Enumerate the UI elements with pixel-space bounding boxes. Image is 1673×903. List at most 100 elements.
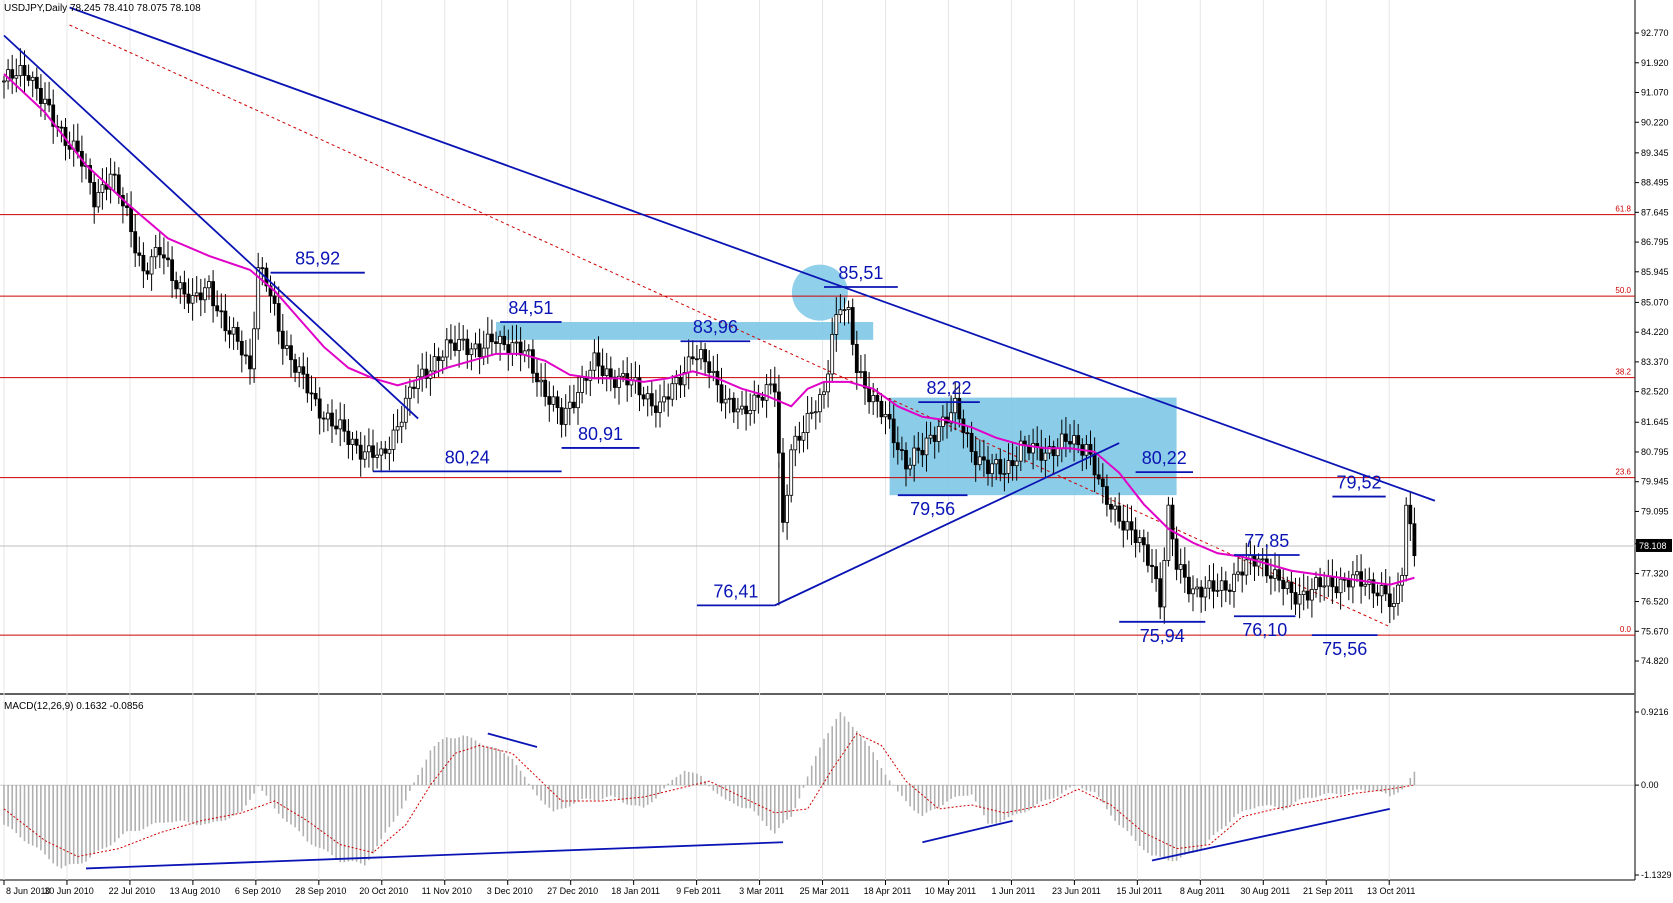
candle-body	[30, 76, 35, 81]
candle-body	[371, 445, 375, 458]
candle-body	[235, 326, 240, 342]
candle-body	[190, 295, 195, 304]
macd-header: MACD(12,26,9) 0.1632 -0.0856	[4, 701, 144, 712]
candle-body	[1318, 577, 1322, 588]
candle-body	[1273, 569, 1277, 579]
candle-body	[1260, 558, 1265, 561]
candle-body	[875, 395, 880, 402]
candle-body	[75, 140, 80, 152]
fib-level-label: 50.0	[1615, 286, 1631, 295]
date-tick-label: 28 Sep 2010	[295, 886, 346, 896]
candle-body	[1359, 571, 1363, 587]
candle-body	[1125, 521, 1130, 531]
candle-body	[1088, 444, 1093, 455]
price-tick-label: 81.645	[1641, 417, 1669, 427]
candle-body	[301, 366, 306, 375]
date-tick-label: 22 Jul 2010	[109, 886, 156, 896]
candle-body	[879, 400, 884, 418]
candle-body	[219, 310, 224, 313]
price-axis: 92.770 91.920 91.070 90.220 89.345 88.495 87.6…	[1635, 28, 1672, 880]
candle-body	[248, 355, 252, 370]
candle-body	[1121, 520, 1126, 531]
candle-body	[686, 356, 691, 373]
candle-body	[727, 397, 732, 400]
price-tick-label: 77.320	[1641, 569, 1669, 579]
candle-body	[243, 354, 248, 357]
candle-body	[1228, 589, 1232, 592]
candle-body	[1334, 586, 1339, 594]
candle-body	[330, 412, 334, 427]
candle-body	[1215, 589, 1220, 592]
candle-body	[1113, 505, 1117, 510]
candle-body	[100, 184, 105, 193]
candle-body	[153, 247, 158, 258]
candle-body	[469, 348, 474, 356]
candle-body	[1129, 521, 1134, 531]
price-level-label: 76,10	[1242, 620, 1287, 640]
candle-body	[338, 419, 343, 430]
candle-body	[1269, 575, 1273, 579]
candle-body	[690, 356, 695, 360]
candle-body	[1232, 573, 1236, 592]
candle-body	[350, 438, 355, 445]
usdjpy-daily-chart: 61.8 50.0 38.2 23.6 0.0 85,92 85,51 84,51 83,96…	[0, 0, 1673, 898]
candle-body	[723, 398, 728, 404]
candle-body	[1351, 574, 1355, 588]
candle-body	[1105, 486, 1109, 505]
candle-body	[1100, 478, 1105, 487]
candle-body	[1199, 586, 1204, 598]
candle-body	[1322, 585, 1327, 588]
candle-body	[297, 366, 302, 373]
candle-body	[526, 349, 531, 352]
candle-body	[1150, 564, 1154, 568]
date-tick-label: 30 Aug 2011	[1240, 886, 1290, 896]
candle-body	[830, 333, 835, 375]
candle-body	[576, 392, 580, 409]
candle-body	[1404, 504, 1409, 576]
candle-body	[362, 451, 367, 460]
price-level-label: 77,85	[1244, 531, 1289, 551]
candle-body	[358, 444, 363, 460]
candle-body	[1014, 460, 1019, 467]
candle-body	[707, 361, 712, 373]
candle-body	[1281, 579, 1286, 589]
candle-body	[1154, 566, 1158, 580]
candle-body	[1195, 586, 1199, 590]
price-level-label: 82,22	[927, 378, 972, 398]
candle-body	[498, 335, 503, 344]
candle-body	[1293, 592, 1298, 605]
candle-body	[157, 247, 162, 256]
candle-body	[1240, 571, 1245, 576]
candle-body	[1338, 578, 1343, 594]
candle-body	[1072, 435, 1076, 445]
candle-body	[186, 293, 191, 304]
candle-body	[1076, 435, 1081, 446]
candle-body	[379, 448, 384, 456]
date-tick-label: 6 Sep 2010	[235, 886, 281, 896]
candle-body	[797, 435, 802, 441]
candle-body	[912, 447, 917, 466]
candle-body	[448, 339, 453, 344]
macd-tick-label: 0.9216	[1641, 707, 1669, 717]
price-tick-label: 90.220	[1641, 117, 1669, 127]
price-tick-label: 91.070	[1641, 88, 1669, 98]
candle-body	[325, 412, 330, 420]
candle-body	[887, 413, 892, 420]
price-tick-label: 79.945	[1641, 477, 1669, 487]
candle-body	[194, 292, 199, 296]
price-level-label: 79,56	[910, 499, 955, 519]
candle-body	[407, 386, 412, 399]
candle-body	[658, 401, 662, 413]
candle-body	[1289, 581, 1294, 593]
date-tick-label: 25 Mar 2011	[800, 886, 850, 896]
candle-body	[977, 456, 982, 466]
candle-body	[391, 429, 396, 450]
consolidation-zone	[496, 322, 874, 340]
candle-body	[1170, 504, 1175, 540]
candle-body	[1137, 537, 1142, 544]
candle-body	[289, 345, 293, 361]
candle-body	[182, 282, 187, 295]
candle-body	[276, 303, 281, 332]
candle-body	[420, 368, 425, 378]
candle-body	[731, 397, 736, 413]
